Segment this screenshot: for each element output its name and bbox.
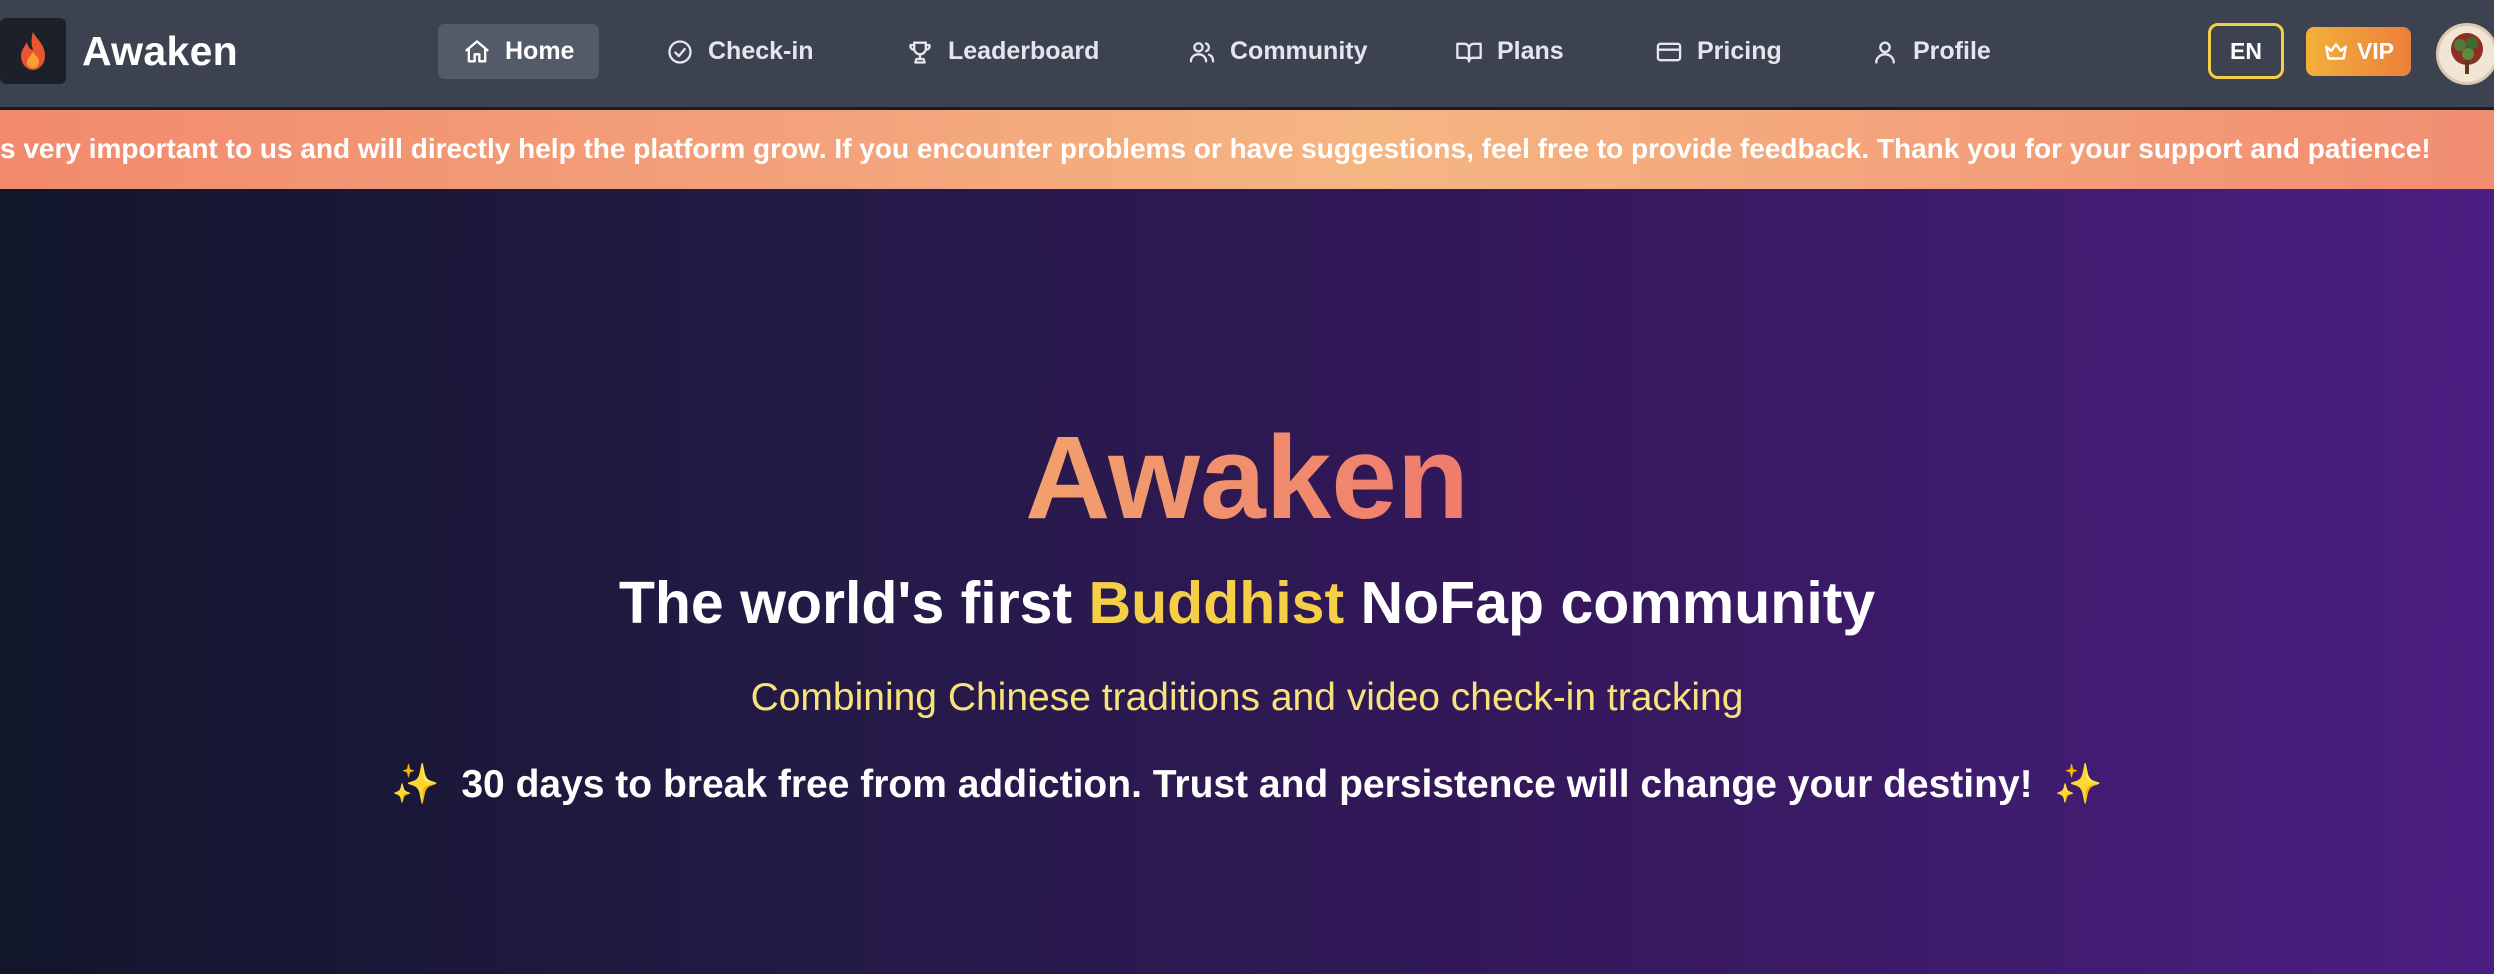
nav-home-label: Home — [505, 37, 575, 65]
hero-title: Awaken — [0, 419, 2494, 537]
book-icon — [1456, 42, 1482, 62]
nav-check-in[interactable]: Check-in — [641, 24, 839, 79]
hero-subtitle-highlight: Buddhist — [1088, 570, 1345, 636]
vip-label: VIP — [2356, 38, 2395, 64]
hero-subtitle: The world's first Buddhist NoFap communi… — [0, 569, 2494, 637]
crown-icon — [2325, 42, 2347, 60]
language-button[interactable]: EN — [2208, 23, 2284, 79]
banner-text: s very important to us and will directly… — [0, 133, 2431, 164]
sparkle-icon-left: ✨ — [391, 763, 440, 806]
hero-subtitle-post: NoFap community — [1344, 570, 1876, 636]
announcement-banner: s very important to us and will directly… — [0, 110, 2494, 189]
hero-motto: ✨ 30 days to break free from addiction. … — [0, 761, 2494, 807]
flame-icon[interactable] — [0, 18, 66, 84]
nav-profile-label: Profile — [1913, 37, 1991, 65]
users-icon — [1189, 41, 1215, 62]
home-icon — [465, 39, 489, 62]
top-nav: Awaken Home Check-in Leaderboard Communi… — [0, 0, 2494, 109]
nav-profile[interactable]: Profile — [1846, 24, 2016, 79]
brand-name[interactable]: Awaken — [82, 28, 238, 75]
nav-plans-label: Plans — [1497, 37, 1564, 65]
nav-community[interactable]: Community — [1163, 24, 1393, 79]
avatar[interactable] — [2436, 23, 2494, 85]
hero-title-text: Awaken — [1025, 412, 1469, 544]
hero-tagline: Combining Chinese traditions and video c… — [750, 676, 1744, 719]
user-icon — [1875, 41, 1895, 64]
hero-section: Awaken The world's first Buddhist NoFap … — [0, 189, 2494, 974]
nav-pricing[interactable]: Pricing — [1630, 24, 1807, 79]
nav-plans[interactable]: Plans — [1430, 24, 1589, 79]
nav-leaderboard-label: Leaderboard — [948, 37, 1100, 65]
nav-check-in-label: Check-in — [708, 37, 814, 65]
credit-card-icon — [1656, 42, 1682, 61]
hero-motto-text: 30 days to break free from addiction. Tr… — [461, 763, 2033, 806]
hero-subtitle-pre: The world's first — [618, 570, 1089, 636]
check-circle-icon — [668, 39, 692, 64]
trophy-icon — [909, 41, 931, 64]
vip-button[interactable]: VIP — [2306, 27, 2411, 76]
nav-leaderboard[interactable]: Leaderboard — [881, 24, 1124, 79]
tree-icon — [2440, 27, 2494, 81]
nav-community-label: Community — [1230, 37, 1368, 65]
sparkle-icon-right: ✨ — [2054, 763, 2103, 806]
nav-home[interactable]: Home — [438, 24, 600, 79]
nav-pricing-label: Pricing — [1697, 37, 1782, 65]
